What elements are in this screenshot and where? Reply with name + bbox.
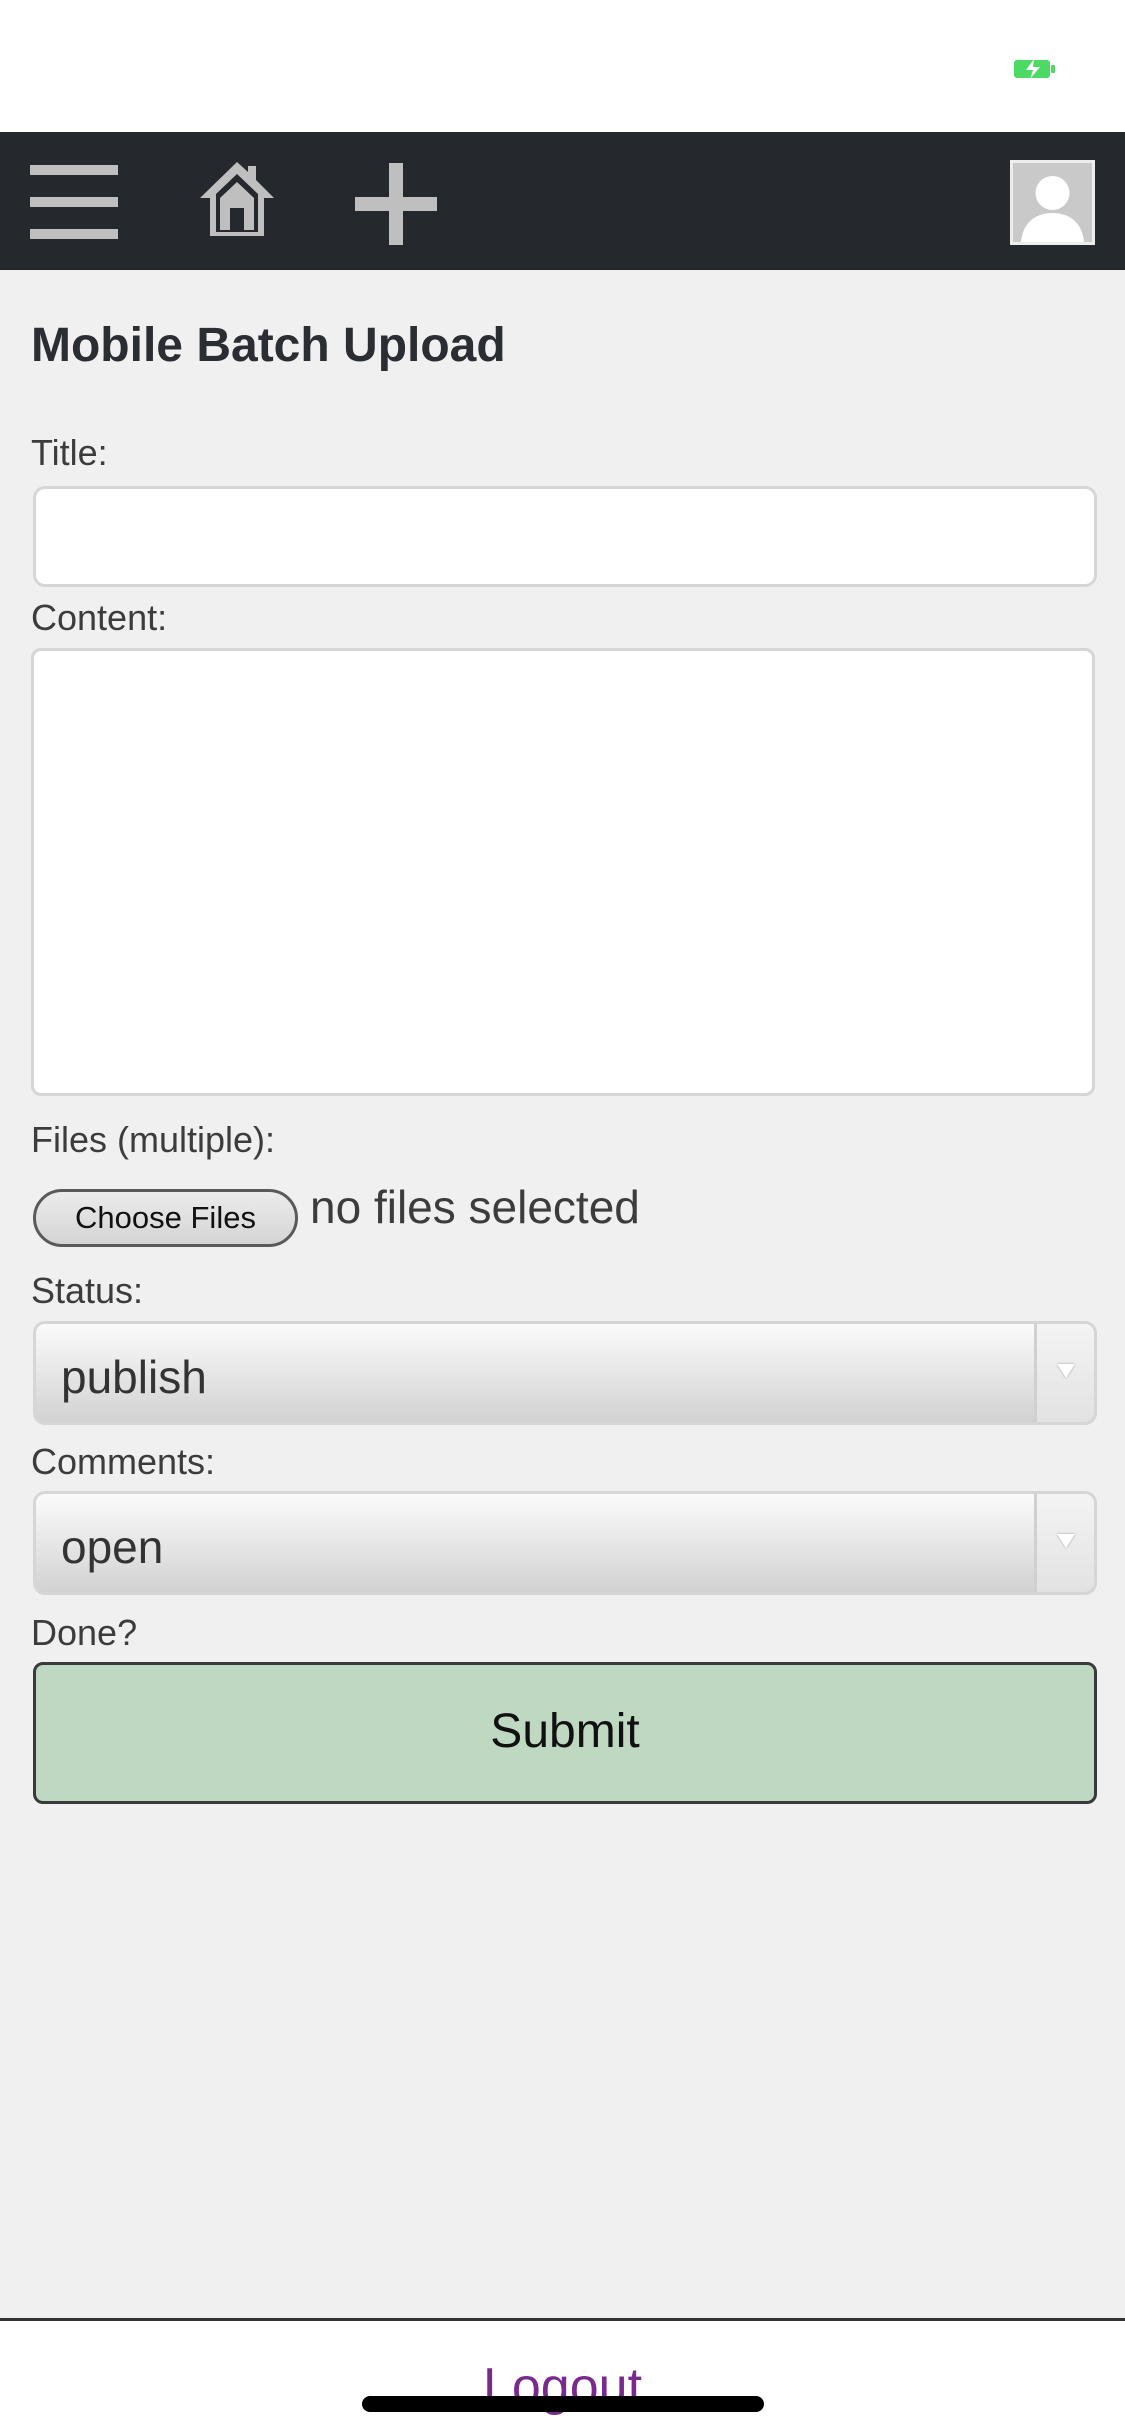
comments-label: Comments: [31,1441,216,1482]
done-label: Done? [31,1612,138,1653]
user-avatar[interactable] [1010,160,1095,245]
status-bar [0,0,1125,132]
hamburger-menu-icon[interactable] [30,165,118,239]
files-label: Files (multiple): [31,1119,276,1160]
comments-select-value: open [61,1521,164,1573]
content-label: Content: [31,597,168,638]
top-navbar [0,132,1125,270]
status-select-toggle[interactable] [1034,1324,1094,1422]
chevron-down-icon [1057,1364,1075,1378]
home-indicator [362,2396,764,2412]
battery-charging-icon [1014,59,1055,79]
home-icon[interactable] [198,160,276,238]
page-title: Mobile Batch Upload [31,319,506,372]
status-select-value: publish [61,1351,207,1403]
footer: Logout [0,2318,1125,2436]
comments-select[interactable]: open [33,1491,1097,1595]
content-textarea[interactable] [31,648,1095,1096]
submit-button[interactable]: Submit [33,1662,1097,1804]
files-status-text: no files selected [310,1181,640,1233]
title-input[interactable] [33,486,1097,587]
status-label: Status: [31,1270,144,1311]
chevron-down-icon [1057,1534,1075,1548]
title-label: Title: [31,432,108,473]
choose-files-button[interactable]: Choose Files [33,1189,298,1247]
plus-icon[interactable] [355,163,437,245]
user-avatar-icon [1021,176,1084,242]
comments-select-toggle[interactable] [1034,1494,1094,1592]
status-select[interactable]: publish [33,1321,1097,1425]
